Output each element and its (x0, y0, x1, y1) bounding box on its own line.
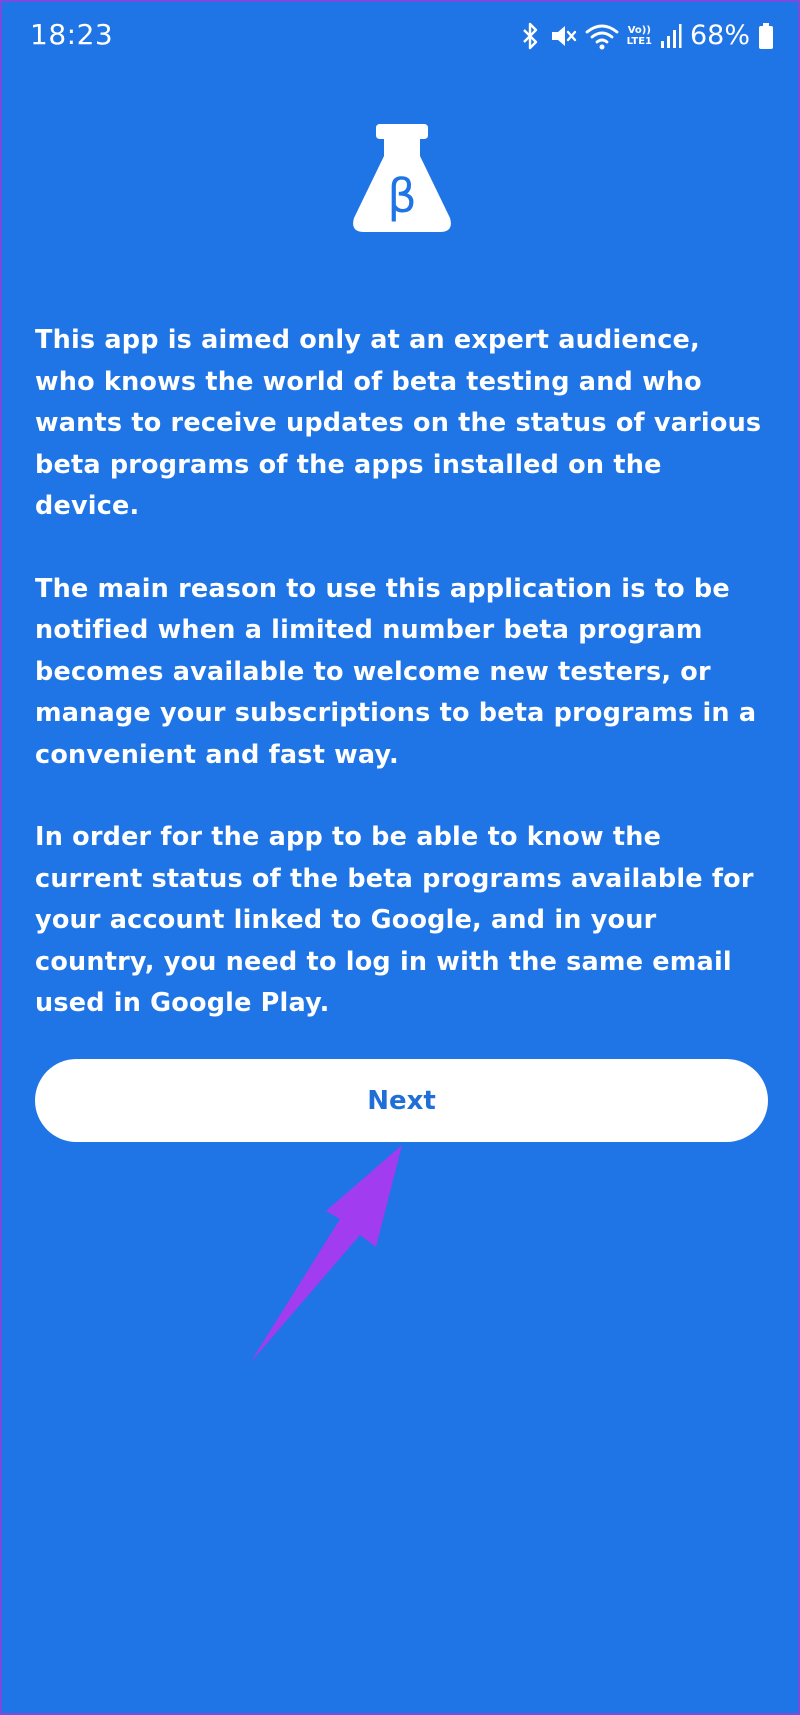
intro-text: This app is aimed only at an expert audi… (35, 320, 765, 1066)
volte-bottom-label: LTE1 (626, 35, 652, 47)
wifi-icon (585, 21, 619, 51)
mute-icon (549, 21, 577, 51)
next-button-label: Next (367, 1085, 436, 1116)
volte-indicator: Vo)) LTE1 (627, 25, 652, 47)
annotation-arrow-icon (250, 1145, 402, 1363)
bluetooth-icon (521, 21, 541, 51)
intro-paragraph-audience: This app is aimed only at an expert audi… (35, 325, 762, 521)
status-bar: 18:23 Vo)) LTE1 68% (2, 2, 800, 72)
intro-paragraph-login: In order for the app to be able to know … (35, 822, 754, 1018)
battery-icon (758, 22, 774, 50)
volte-top-label: Vo)) (627, 24, 651, 36)
signal-icon (660, 22, 682, 50)
status-icons: Vo)) LTE1 68% (521, 20, 774, 51)
intro-paragraph-purpose: The main reason to use this application … (35, 573, 757, 770)
battery-percent: 68% (689, 20, 750, 51)
onboarding-screen: 18:23 Vo)) LTE1 68% β This app is aimed … (0, 0, 800, 1715)
status-time: 18:23 (30, 18, 114, 51)
beta-flask-icon: β (350, 122, 454, 234)
beta-symbol: β (387, 169, 416, 223)
